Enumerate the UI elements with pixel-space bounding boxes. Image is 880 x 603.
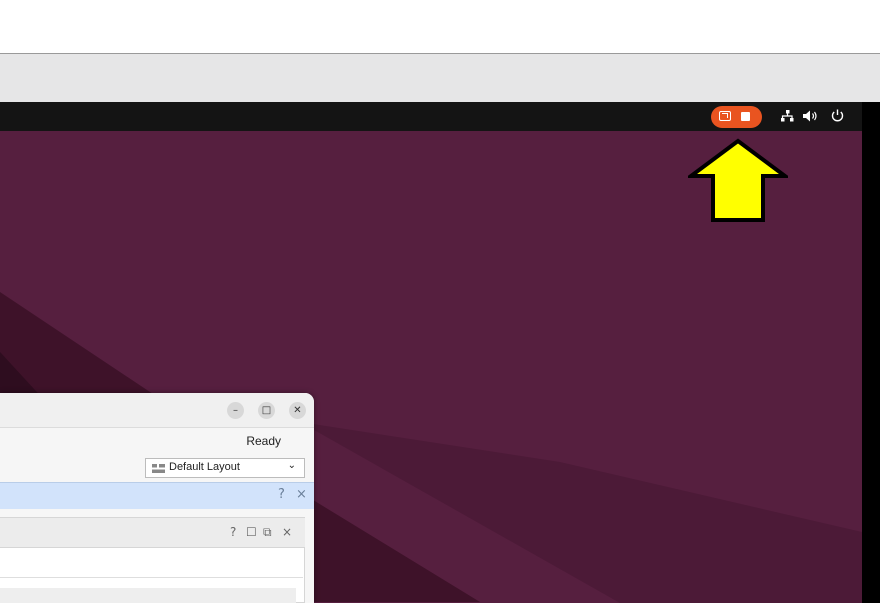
stop-icon[interactable] [741, 112, 750, 121]
sub-panel-header: ? ☐ ⧉ × [0, 518, 305, 548]
sub-panel-content [0, 588, 296, 603]
layout-select-value: Default Layout [169, 461, 240, 473]
sub-panel: ? ☐ ⧉ × [0, 517, 305, 603]
browser-top-area [0, 0, 880, 54]
minimize-icon[interactable]: – [227, 402, 244, 419]
power-icon[interactable] [831, 109, 844, 122]
layout-select[interactable]: Default Layout ⌄ [145, 458, 305, 478]
close-icon[interactable]: ✕ [289, 402, 306, 419]
close-icon[interactable]: × [296, 487, 307, 502]
browser-toolbar [0, 54, 880, 102]
help-icon[interactable]: ? [278, 487, 285, 502]
volume-icon[interactable] [803, 110, 818, 122]
window-titlebar: – □ ✕ [0, 393, 314, 428]
undock-icon[interactable]: ⧉ [263, 525, 272, 540]
status-text: Ready [246, 434, 281, 448]
screen-edge [862, 102, 880, 603]
maximize-icon[interactable]: □ [258, 402, 275, 419]
app-window: – □ ✕ Ready Default Layout ⌄ ? × ? ☐ ⧉ × [0, 393, 314, 603]
help-icon[interactable]: ? [230, 525, 236, 539]
chevron-down-icon: ⌄ [287, 460, 296, 471]
screen-share-icon [719, 111, 731, 121]
maximize-icon[interactable]: ☐ [246, 525, 257, 539]
remote-desktop-screen: – □ ✕ Ready Default Layout ⌄ ? × ? ☐ ⧉ × [0, 102, 862, 603]
arrow-up-icon [688, 138, 788, 222]
divider [0, 577, 303, 578]
top-panel [0, 102, 862, 131]
close-icon[interactable]: × [282, 525, 292, 539]
layout-icon [152, 464, 165, 473]
dock-header: ? × [0, 482, 314, 509]
network-icon[interactable] [781, 110, 794, 122]
screen-recording-indicator[interactable] [711, 106, 762, 128]
